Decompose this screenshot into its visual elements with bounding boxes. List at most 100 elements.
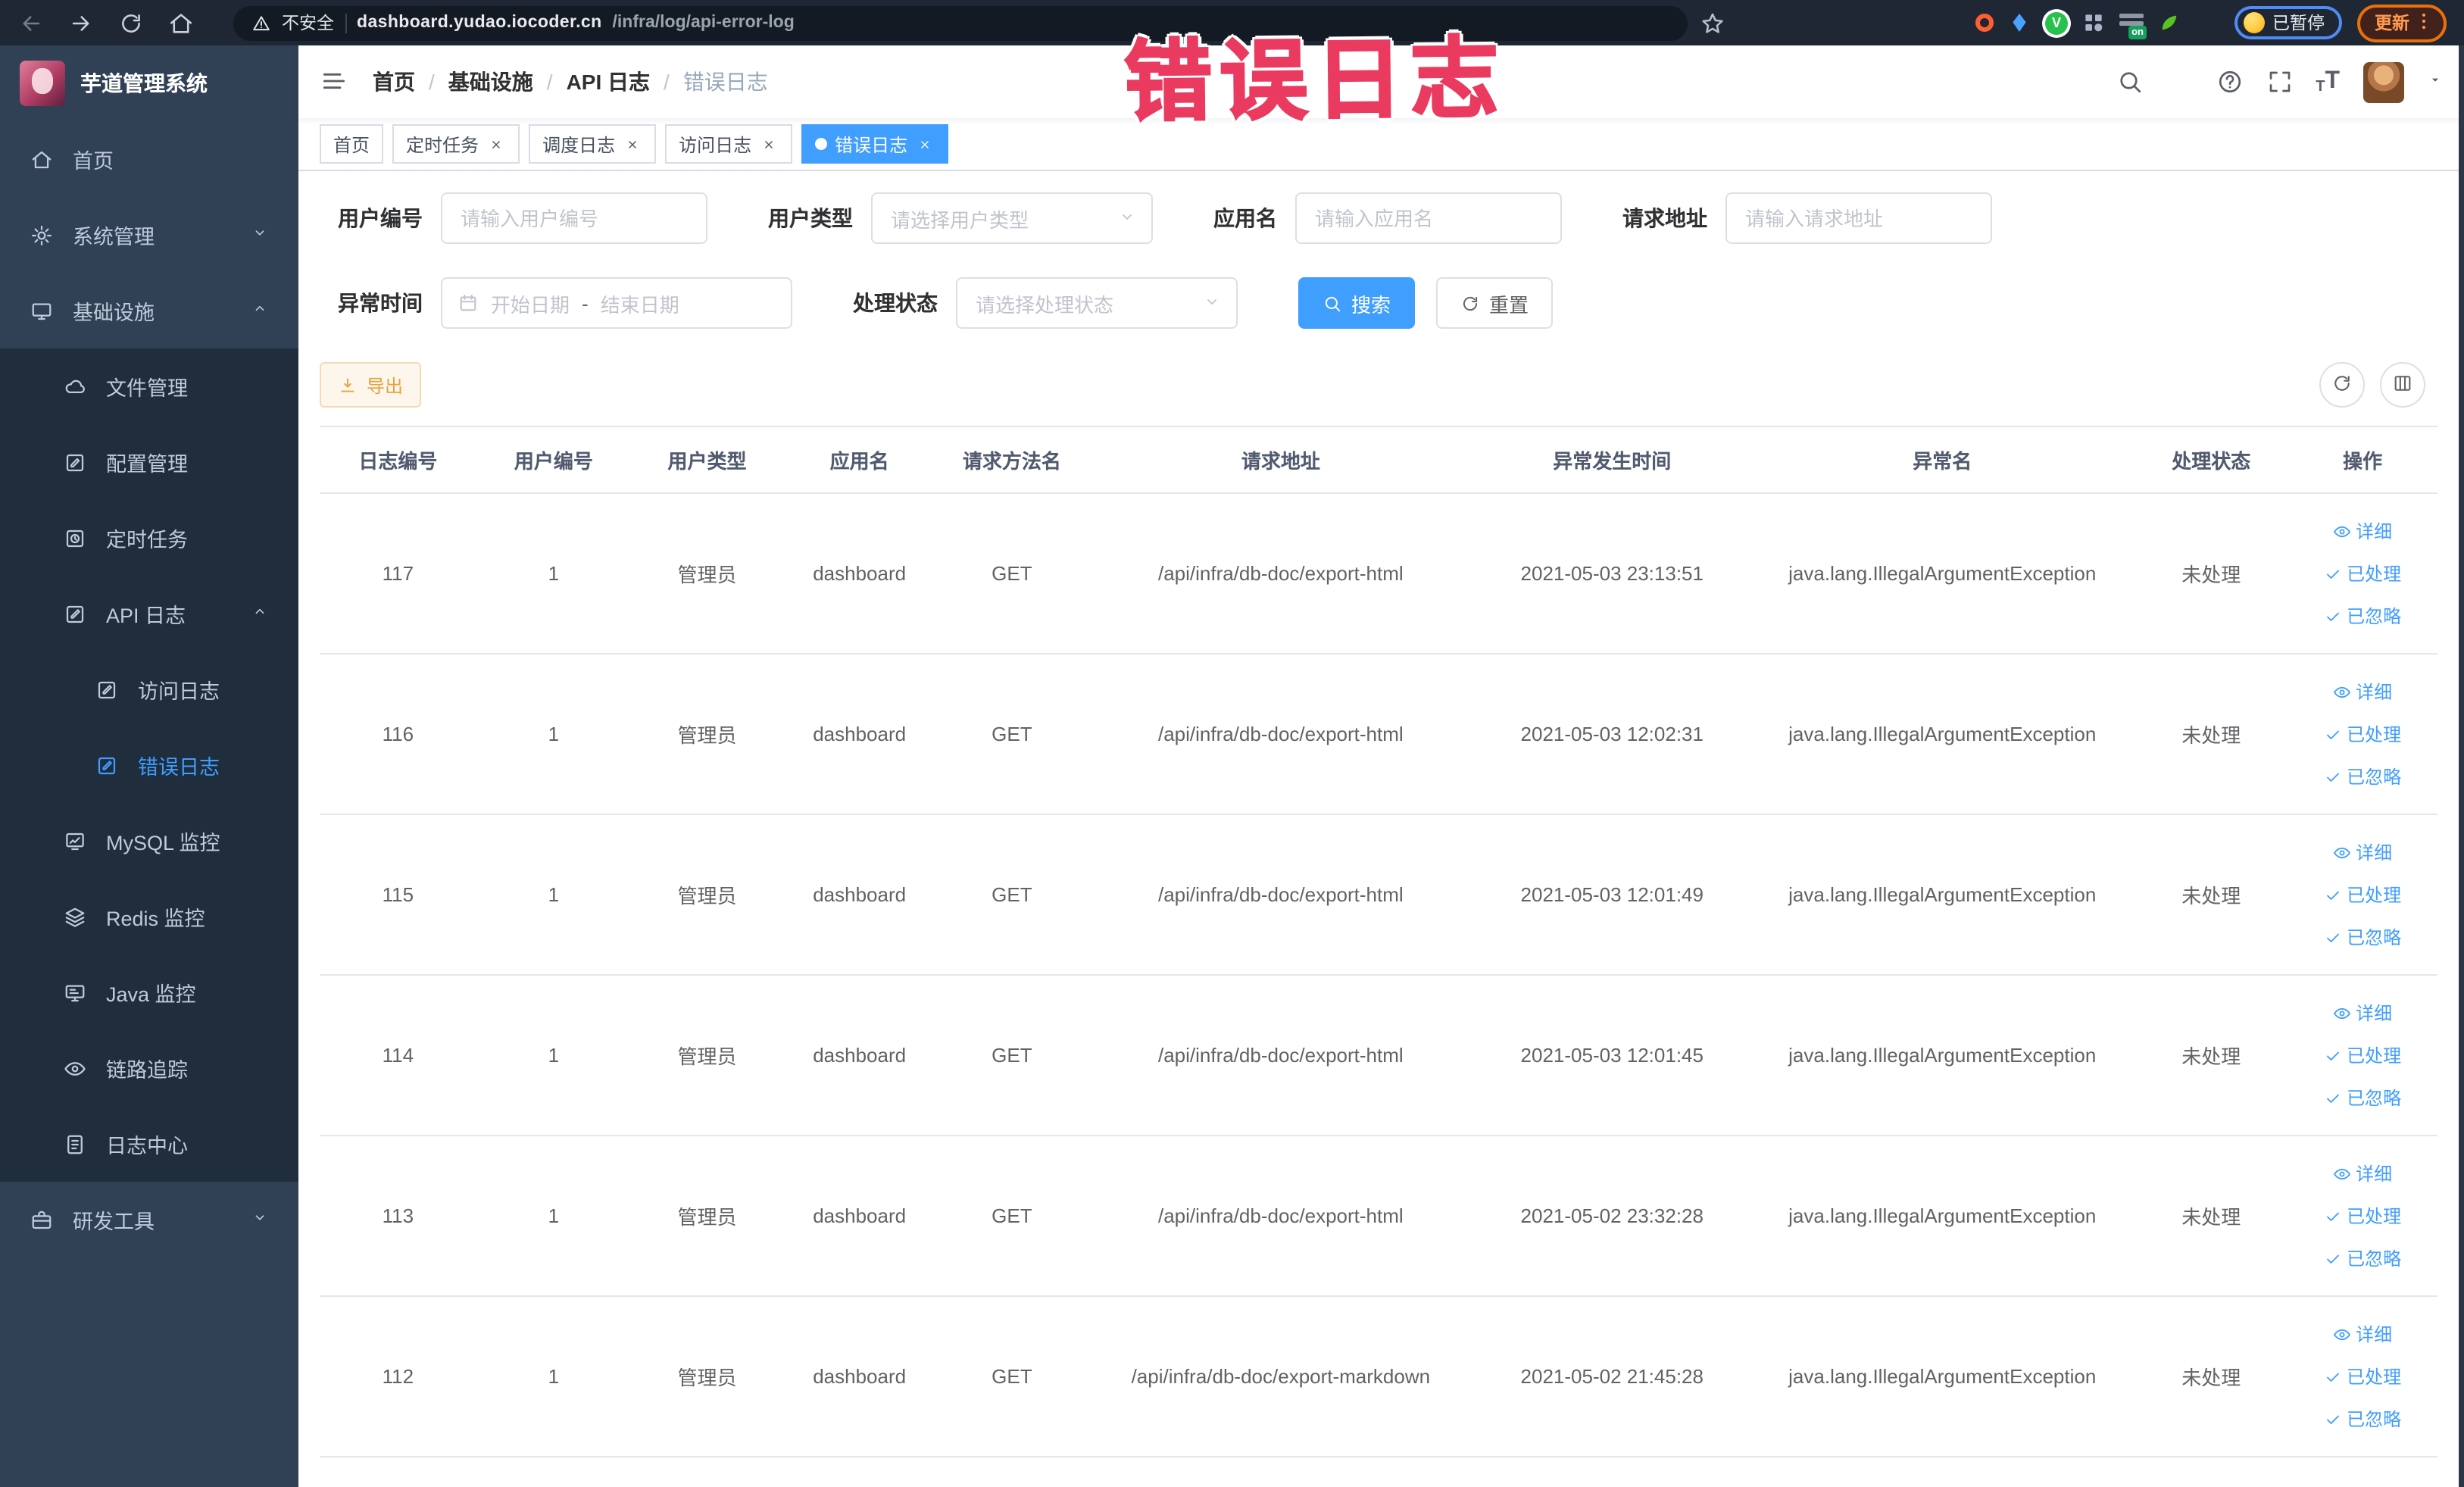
cell-user-id: 1	[476, 975, 631, 1136]
sidebar-item-api-log[interactable]: API 日志	[0, 576, 298, 651]
action-已忽略-link[interactable]: 已忽略	[2324, 1085, 2401, 1111]
tab-label: 首页	[333, 134, 370, 155]
export-button[interactable]: 导出	[320, 362, 422, 408]
table-row: 112 1 管理员 dashboard GET/api/infra/db-doc/exp…	[320, 1296, 2437, 1457]
sidebar-item-java[interactable]: Java 监控	[0, 954, 298, 1030]
action-已忽略-link[interactable]: 已忽略	[2324, 924, 2401, 950]
user-id-input[interactable]	[441, 192, 707, 244]
action-详细-link[interactable]: 详细	[2333, 839, 2392, 865]
sidebar-item-label: 首页	[73, 150, 114, 173]
extension-on-badge-icon[interactable]: on	[2119, 11, 2147, 39]
tab-定时任务[interactable]: 定时任务	[392, 124, 520, 164]
action-已处理-link[interactable]: 已处理	[2324, 1364, 2401, 1389]
tab-首页[interactable]: 首页	[320, 124, 384, 164]
browser-home-icon[interactable]	[168, 10, 194, 36]
action-已处理-link[interactable]: 已处理	[2324, 882, 2401, 908]
browser-forward-icon[interactable]	[68, 10, 94, 36]
cell-user-id: 1	[476, 493, 631, 654]
cell-user-type: 管理员	[630, 654, 784, 815]
sidebar: 芋道管理系统 首页系统管理 基础设施 文件管理 配置管理 定时任务 API 日志 访问日志错…	[0, 45, 298, 1487]
user-type-select[interactable]: 请选择用户类型	[871, 192, 1153, 244]
app-name-input[interactable]	[1295, 192, 1562, 244]
help-icon[interactable]	[2216, 68, 2243, 95]
extension-grid-icon[interactable]	[2081, 11, 2106, 35]
close-icon[interactable]	[759, 134, 779, 154]
sidebar-item-mysql[interactable]: MySQL 监控	[0, 803, 298, 879]
action-已忽略-link[interactable]: 已忽略	[2324, 603, 2401, 629]
sidebar-item-home[interactable]: 首页	[0, 121, 298, 197]
sidebar-item-config[interactable]: 配置管理	[0, 424, 298, 500]
font-size-icon[interactable]: TT	[2316, 68, 2340, 95]
column-header-处理状态: 处理状态	[2134, 426, 2289, 494]
bookmark-star-icon[interactable]	[1700, 10, 1725, 36]
sidebar-item-redis[interactable]: Redis 监控	[0, 879, 298, 954]
sidebar-item-job[interactable]: 定时任务	[0, 500, 298, 576]
refresh-table-button[interactable]	[2319, 362, 2364, 408]
action-已处理-link[interactable]: 已处理	[2324, 561, 2401, 586]
breadcrumb-item[interactable]: 首页	[373, 67, 415, 97]
close-icon[interactable]	[623, 134, 642, 154]
extension-adblock-icon[interactable]	[1975, 14, 1994, 32]
action-详细-link[interactable]: 详细	[2333, 679, 2392, 704]
sidebar-item-system[interactable]: 系统管理	[0, 197, 298, 273]
address-bar[interactable]: 不安全 dashboard.yudao.iocoder.cn/infra/log…	[233, 5, 1688, 40]
extension-leaf-icon[interactable]	[2157, 11, 2181, 35]
breadcrumb-item[interactable]: API 日志	[567, 67, 650, 97]
action-已忽略-link[interactable]: 已忽略	[2324, 1245, 2401, 1271]
action-详细-link[interactable]: 详细	[2333, 1161, 2392, 1186]
action-详细-link[interactable]: 详细	[2333, 1000, 2392, 1026]
paused-extension-badge[interactable]: 已暂停	[2234, 6, 2341, 39]
extension-puzzle-icon[interactable]	[2195, 11, 2219, 35]
column-header-操作: 操作	[2288, 426, 2437, 494]
browser-update-button[interactable]: 更新	[2356, 4, 2446, 42]
sidebar-item-log-center[interactable]: 日志中心	[0, 1106, 298, 1182]
process-status-select[interactable]: 请选择处理状态	[956, 277, 1238, 329]
breadcrumb-item[interactable]: 基础设施	[448, 67, 533, 97]
browser-back-icon[interactable]	[18, 10, 44, 36]
cell-app-name: dashboard	[783, 814, 936, 976]
action-已忽略-link[interactable]: 已忽略	[2324, 764, 2401, 789]
action-已处理-link[interactable]: 已处理	[2324, 1203, 2401, 1229]
action-详细-link[interactable]: 详细	[2333, 1321, 2392, 1347]
tab-访问日志[interactable]: 访问日志	[665, 124, 793, 164]
extension-shield-icon[interactable]	[2007, 11, 2031, 35]
exception-time-range-picker[interactable]: 开始日期 - 结束日期	[441, 277, 792, 329]
cell-method-name: GET	[935, 814, 1088, 976]
sidebar-item-file[interactable]: 文件管理	[0, 348, 298, 424]
sidebar-item-error-log[interactable]: 错误日志	[0, 727, 298, 803]
eye-icon	[2333, 1004, 2351, 1022]
extension-v-icon[interactable]: V	[2045, 11, 2068, 34]
action-已处理-link[interactable]: 已处理	[2324, 721, 2401, 747]
cell-app-name: dashboard	[783, 1136, 936, 1297]
search-button[interactable]: 搜索	[1298, 277, 1416, 329]
close-icon[interactable]	[486, 134, 506, 154]
browser-menu-icon[interactable]	[2412, 10, 2428, 36]
column-header-用户编号: 用户编号	[476, 426, 631, 494]
column-settings-button[interactable]	[2379, 362, 2425, 408]
search-icon[interactable]	[2116, 68, 2143, 95]
sidebar-item-access-log[interactable]: 访问日志	[0, 651, 298, 727]
github-icon[interactable]	[2166, 68, 2193, 95]
reset-button[interactable]: 重置	[1436, 277, 1554, 329]
sidebar-item-infra[interactable]: 基础设施	[0, 273, 298, 348]
request-url-input[interactable]	[1725, 192, 1992, 244]
page-scrollbar[interactable]	[2458, 45, 2464, 1487]
sidebar-logo[interactable]: 芋道管理系统	[0, 45, 298, 121]
action-已忽略-link[interactable]: 已忽略	[2324, 1406, 2401, 1432]
action-已处理-link[interactable]: 已处理	[2324, 1042, 2401, 1068]
sidebar-item-dev-tools[interactable]: 研发工具	[0, 1182, 298, 1257]
sidebar-menu: 首页系统管理 基础设施 文件管理 配置管理 定时任务 API 日志 访问日志 错误日志 MySQ…	[0, 121, 298, 1257]
table-row: 114 1 管理员 dashboard GET/api/infra/db-doc/exp…	[320, 975, 2437, 1136]
action-详细-link[interactable]: 详细	[2333, 518, 2392, 544]
tab-错误日志[interactable]: 错误日志	[801, 124, 949, 164]
avatar-caret-down-icon[interactable]	[2426, 71, 2443, 92]
sidebar-item-tracer[interactable]: 链路追踪	[0, 1030, 298, 1106]
breadcrumb-separator: /	[546, 70, 553, 94]
user-avatar[interactable]	[2363, 61, 2403, 102]
browser-reload-icon[interactable]	[118, 10, 144, 36]
hamburger-icon[interactable]	[320, 67, 350, 97]
fullscreen-icon[interactable]	[2266, 68, 2293, 95]
close-icon[interactable]	[915, 134, 935, 154]
tab-调度日志[interactable]: 调度日志	[529, 124, 657, 164]
cell-user-type: 管理员	[630, 975, 784, 1136]
